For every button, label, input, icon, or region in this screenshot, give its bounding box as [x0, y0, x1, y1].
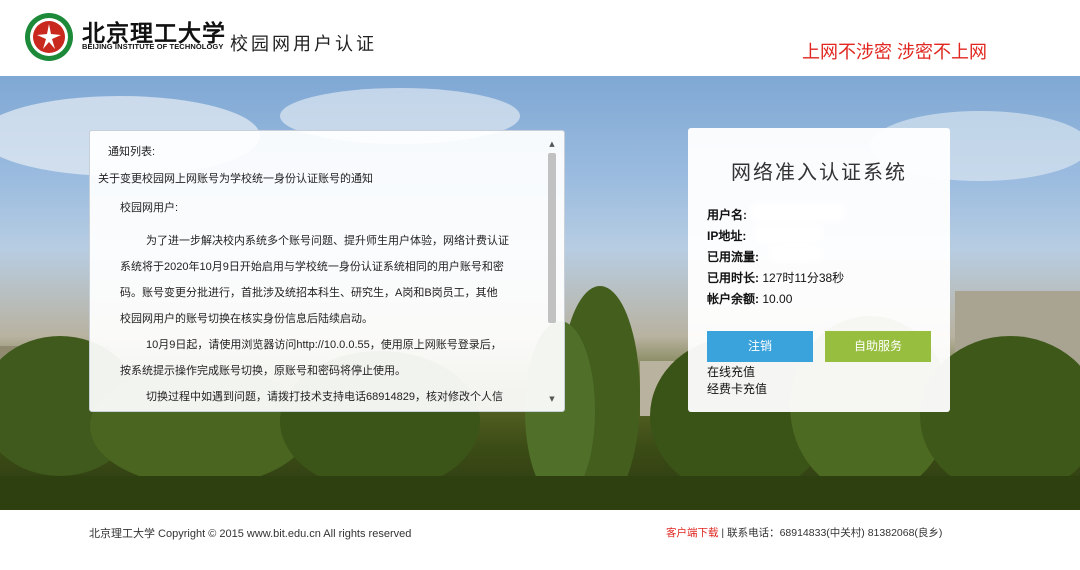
- notice-paragraph-line: 码。账号变更分批进行，首批涉及统招本科生、研究生，A岗和B岗员工，其他: [120, 287, 498, 299]
- notice-panel[interactable]: 通知列表: 关于变更校园网上网账号为学校统一身份认证账号的通知 校园网用户: 为…: [89, 130, 565, 412]
- notice-scrollbar[interactable]: ▲ ▼: [546, 139, 558, 404]
- notice-paragraph-line: 按系统提示操作完成账号切换，原账号和密码将停止使用。: [120, 365, 406, 377]
- auth-status-panel: 网络准入认证系统 用户名: IP地址: 已用流量: 已用时长: 127时11分3…: [688, 128, 950, 412]
- logout-button[interactable]: 注销: [707, 331, 813, 362]
- client-download-link[interactable]: 客户端下载: [666, 527, 719, 539]
- notice-paragraph-line: 为了进一步解决校内系统多个账号问题、提升师生用户体验，网络计费认证: [146, 235, 509, 247]
- school-name-en: BEIJING INSTITUTE OF TECHNOLOGY: [82, 42, 224, 51]
- username-row: 用户名:: [707, 206, 747, 223]
- balance-label: 帐户余额:: [707, 292, 759, 306]
- university-emblem-icon: [25, 13, 73, 61]
- ip-address-label: IP地址:: [707, 229, 747, 243]
- security-slogan: 上网不涉密 涉密不上网: [802, 42, 987, 62]
- notice-paragraph-line: 切换过程中如遇到问题，请拨打技术支持电话68914829，核对修改个人信: [146, 391, 503, 403]
- scroll-down-arrow-icon[interactable]: ▼: [546, 394, 558, 404]
- redaction-mask: [750, 202, 845, 222]
- redaction-mask: [754, 224, 824, 244]
- footer: 北京理工大学 Copyright © 2015 www.bit.edu.cn A…: [0, 510, 1080, 570]
- system-title: 校园网用户认证: [230, 34, 377, 55]
- footer-contact: 客户端下载 | 联系电话：68914833(中关村) 81382068(良乡): [666, 525, 942, 540]
- used-time-label: 已用时长:: [707, 271, 759, 285]
- footer-separator: |: [721, 527, 725, 539]
- auth-system-title: 网络准入认证系统: [731, 162, 907, 184]
- header: 北京理工大学 BEIJING INSTITUTE OF TECHNOLOGY 校…: [0, 0, 1080, 76]
- notice-content: 通知列表: 关于变更校园网上网账号为学校统一身份认证账号的通知 校园网用户: 为…: [90, 139, 538, 407]
- ip-address-row: IP地址:: [707, 227, 746, 244]
- notice-list-heading: 通知列表:: [108, 146, 156, 158]
- copyright-text: 北京理工大学 Copyright © 2015 www.bit.edu.cn A…: [89, 528, 412, 540]
- scroll-up-arrow-icon[interactable]: ▲: [546, 139, 558, 149]
- card-recharge-link[interactable]: 经费卡充值: [707, 380, 767, 397]
- notice-paragraph-line: 校园网用户的账号切换在核实身份信息后陆续启动。: [120, 313, 373, 325]
- used-time-value: 127时11分38秒: [762, 271, 845, 285]
- balance-row: 帐户余额: 10.00: [707, 290, 792, 307]
- contact-phone: 联系电话：68914833(中关村) 81382068(良乡): [727, 527, 943, 539]
- notice-title: 关于变更校园网上网账号为学校统一身份认证账号的通知: [98, 173, 373, 185]
- notice-paragraph-line: 10月9日起，请使用浏览器访问http://10.0.0.55，使用原上网账号登…: [146, 339, 502, 351]
- redaction-mask: [768, 244, 823, 262]
- notice-greeting: 校园网用户:: [120, 202, 179, 214]
- username-label: 用户名:: [707, 208, 747, 222]
- online-recharge-link[interactable]: 在线充值: [707, 363, 755, 380]
- scroll-thumb[interactable]: [548, 153, 556, 323]
- notice-paragraph-line: 系统将于2020年10月9日开始启用与学校统一身份认证系统相同的用户账号和密: [120, 261, 504, 273]
- balance-value: 10.00: [762, 292, 793, 306]
- used-traffic-row: 已用流量:: [707, 248, 759, 265]
- used-time-row: 已用时长: 127时11分38秒: [707, 269, 844, 286]
- self-service-button[interactable]: 自助服务: [825, 331, 931, 362]
- used-traffic-label: 已用流量:: [707, 250, 759, 264]
